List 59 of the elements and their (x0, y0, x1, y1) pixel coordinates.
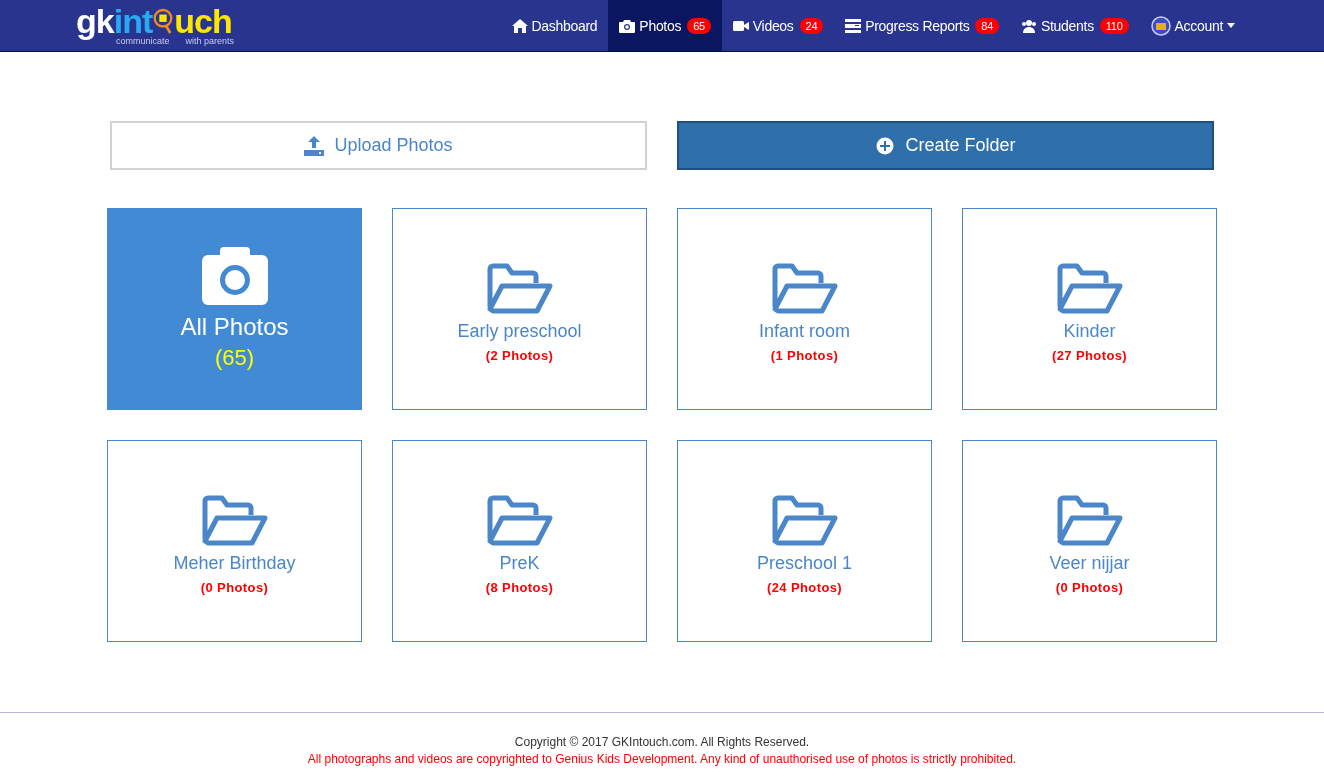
folder-name: Kinder (1063, 321, 1116, 342)
logo-tagline: communicate (116, 35, 170, 46)
count-badge: 65 (687, 17, 711, 34)
create-folder-button[interactable]: Create Folder (677, 121, 1214, 170)
folder-tile[interactable]: All Photos (65) (107, 208, 362, 410)
camera-icon (619, 18, 636, 33)
photo-count: (0 Photos) (1055, 580, 1124, 595)
folder-tile[interactable]: Veer nijjar (0 Photos) (962, 440, 1217, 642)
folder-name: Preschool 1 (756, 553, 853, 574)
folder-tile[interactable]: PreK (8 Photos) (392, 440, 647, 642)
folder-name: PreK (499, 553, 540, 574)
photo-count: (1 Photos) (770, 348, 839, 363)
home-icon (511, 18, 528, 33)
folder-name: Infant room (758, 321, 850, 342)
nav-label: Videos (752, 17, 794, 34)
logo-tagline: with parents (185, 35, 235, 46)
photo-count: (0 Photos) (200, 580, 269, 595)
nav-label: Dashboard (531, 17, 598, 34)
photo-count: (2 Photos) (485, 348, 554, 363)
count-badge: 24 (799, 17, 824, 34)
logo-text: uch (174, 5, 232, 36)
folder-name: All Photos (180, 313, 289, 341)
plus-circle-icon (875, 135, 896, 156)
nav-tab[interactable]: Account (1139, 0, 1246, 51)
nav-label: Students (1041, 17, 1094, 34)
logo-text: int (113, 5, 153, 36)
folder-icon (1054, 263, 1125, 315)
count-badge: 84 (975, 17, 999, 34)
folder-name: Veer nijjar (1049, 553, 1130, 574)
folder-name: Meher Birthday (173, 553, 296, 574)
nav-label: Progress Reports (865, 17, 970, 34)
nav-label: Photos (639, 17, 682, 34)
folder-name: Early preschool (457, 321, 582, 342)
photo-count: (24 Photos) (766, 580, 843, 595)
nav-tab[interactable]: Students 110 (1010, 0, 1140, 51)
photo-count: (65) (214, 345, 255, 371)
folder-icon (769, 263, 840, 315)
nav-label: Account (1174, 17, 1223, 34)
nav-tab[interactable]: Photos 65 (608, 0, 722, 51)
folder-tile[interactable]: Preschool 1 (24 Photos) (677, 440, 932, 642)
photo-count: (8 Photos) (485, 580, 554, 595)
folder-tile[interactable]: Meher Birthday (0 Photos) (107, 440, 362, 642)
avatar-icon (1150, 15, 1171, 36)
nav-tab[interactable]: Dashboard (500, 0, 609, 51)
copyright-text: Copyright © 2017 GKIntouch.com. All Rights Reserved. (513, 734, 811, 751)
photo-count: (27 Photos) (1051, 348, 1128, 363)
list-icon (845, 18, 862, 33)
users-icon (1021, 18, 1037, 33)
copyright-notice: All photographs and videos are copyrighted to Genius Kids Development. Any kind of unauthorised use of photos is strictly prohibited. (306, 751, 1018, 768)
nav-tab[interactable]: Videos 24 (721, 0, 835, 51)
upload-icon (304, 135, 325, 156)
folder-tile[interactable]: Early preschool (2 Photos) (392, 208, 647, 410)
folder-tile[interactable]: Kinder (27 Photos) (962, 208, 1217, 410)
nav-tab[interactable]: Progress Reports 84 (834, 0, 1010, 51)
folder-tile[interactable]: Infant room (1 Photos) (677, 208, 932, 410)
video-camera-icon (732, 18, 749, 33)
camera-icon (201, 247, 268, 305)
count-badge: 110 (1099, 17, 1129, 34)
upload-button[interactable]: Upload Photos (110, 121, 647, 170)
